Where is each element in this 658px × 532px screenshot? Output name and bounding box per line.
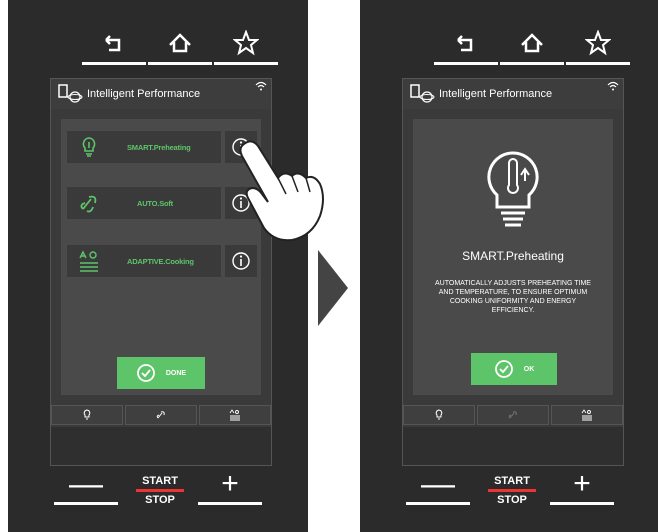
ok-button[interactable]: OK	[471, 353, 557, 385]
tab-smart-preheating[interactable]	[403, 405, 475, 425]
tab-adaptive-cooking[interactable]	[199, 405, 271, 425]
check-circle-icon	[136, 364, 155, 382]
home-underline	[500, 62, 564, 65]
start-stop-divider	[488, 489, 536, 492]
oven-panel-right: Intelligent Performance SMART.Preheating…	[360, 0, 658, 532]
tab-auto-soft[interactable]	[477, 405, 549, 425]
info-button-adaptive-cooking[interactable]	[225, 245, 257, 277]
oven-atom-icon	[410, 84, 435, 103]
lightbulb-thermometer-icon	[487, 151, 539, 227]
minus-underline	[54, 502, 118, 505]
info-title: SMART.Preheating	[462, 249, 564, 263]
star-icon	[585, 30, 611, 56]
back-icon	[105, 35, 121, 52]
function-label: AUTO.Soft	[137, 198, 173, 208]
display-screen-right: Intelligent Performance SMART.Preheating…	[402, 78, 624, 466]
info-icon	[232, 252, 250, 270]
screen-title: Intelligent Performance	[87, 88, 201, 100]
back-button[interactable]	[432, 30, 500, 70]
home-icon	[169, 33, 191, 53]
favorite-underline	[566, 62, 630, 65]
minus-symbol: —	[69, 465, 103, 503]
home-button[interactable]	[146, 30, 214, 70]
start-label: START	[142, 475, 178, 487]
function-label: SMART.Preheating	[127, 142, 191, 152]
favorite-button[interactable]	[564, 30, 632, 70]
favorite-underline	[214, 62, 278, 65]
start-label: START	[494, 475, 530, 487]
oven-panel-left: Intelligent Performance SMART.Preheating	[8, 0, 308, 532]
done-label: DONE	[165, 369, 187, 377]
plus-underline	[550, 502, 614, 505]
tab-adaptive-cooking[interactable]	[551, 405, 623, 425]
lightbulb-thermometer-icon	[435, 409, 443, 420]
info-card: SMART.Preheating AUTOMATICALLY ADJUSTS P…	[413, 119, 613, 395]
function-list: SMART.Preheating AUTO.Soft ADAPTIVE.Cook…	[61, 119, 261, 395]
lightbulb-thermometer-icon	[83, 409, 91, 420]
minus-button[interactable]: —	[54, 465, 118, 510]
stop-label: STOP	[145, 494, 175, 506]
home-icon	[521, 33, 543, 53]
minus-symbol: —	[421, 465, 455, 503]
favorite-button[interactable]	[212, 30, 280, 70]
adaptive-icon	[581, 409, 592, 421]
fan-icon	[156, 411, 165, 419]
plus-symbol: +	[573, 467, 591, 500]
transition-arrow	[318, 250, 348, 326]
tab-auto-soft[interactable]	[125, 405, 197, 425]
screen-header: Intelligent Performance	[403, 79, 623, 109]
start-stop-divider	[136, 489, 184, 492]
screen-bottom-area	[403, 427, 623, 465]
function-row-adaptive-cooking[interactable]: ADAPTIVE.Cooking	[67, 245, 221, 277]
function-row-smart-preheating[interactable]: SMART.Preheating	[67, 131, 221, 163]
back-button[interactable]	[80, 30, 148, 70]
adaptive-icon	[229, 409, 240, 421]
plus-symbol: +	[221, 467, 239, 500]
function-tabs	[403, 405, 623, 425]
start-stop-button[interactable]: START STOP	[487, 475, 537, 506]
screen-title: Intelligent Performance	[439, 88, 553, 100]
done-button[interactable]: DONE	[117, 357, 205, 389]
home-underline	[148, 62, 212, 65]
start-stop-button[interactable]: START STOP	[135, 475, 185, 506]
fan-icon	[80, 195, 97, 213]
adaptive-icon	[79, 250, 98, 272]
function-label: ADAPTIVE.Cooking	[127, 256, 194, 266]
ok-label: OK	[523, 365, 535, 373]
stop-label: STOP	[497, 494, 527, 506]
back-underline	[82, 62, 146, 65]
info-description: AUTOMATICALLY ADJUSTS PREHEATING TIME AN…	[435, 280, 591, 314]
tab-smart-preheating[interactable]	[51, 405, 123, 425]
lightbulb-thermometer-icon	[82, 137, 96, 157]
plus-underline	[198, 502, 262, 505]
minus-underline	[406, 502, 470, 505]
function-tabs	[51, 405, 271, 425]
minus-button[interactable]: —	[406, 465, 470, 510]
plus-button[interactable]: +	[550, 467, 614, 510]
screen-header: Intelligent Performance	[51, 79, 271, 109]
check-circle-icon	[494, 360, 513, 378]
fan-icon	[508, 411, 517, 419]
screen-bottom-area	[51, 427, 271, 465]
star-icon	[233, 30, 259, 56]
home-button[interactable]	[498, 30, 566, 70]
function-row-auto-soft[interactable]: AUTO.Soft	[67, 187, 221, 219]
wifi-icon	[255, 81, 267, 91]
plus-button[interactable]: +	[198, 467, 262, 510]
wifi-icon	[607, 81, 619, 91]
oven-atom-icon	[58, 84, 83, 103]
hand-pointer-icon	[239, 140, 324, 242]
back-icon	[457, 35, 473, 52]
back-underline	[434, 62, 498, 65]
